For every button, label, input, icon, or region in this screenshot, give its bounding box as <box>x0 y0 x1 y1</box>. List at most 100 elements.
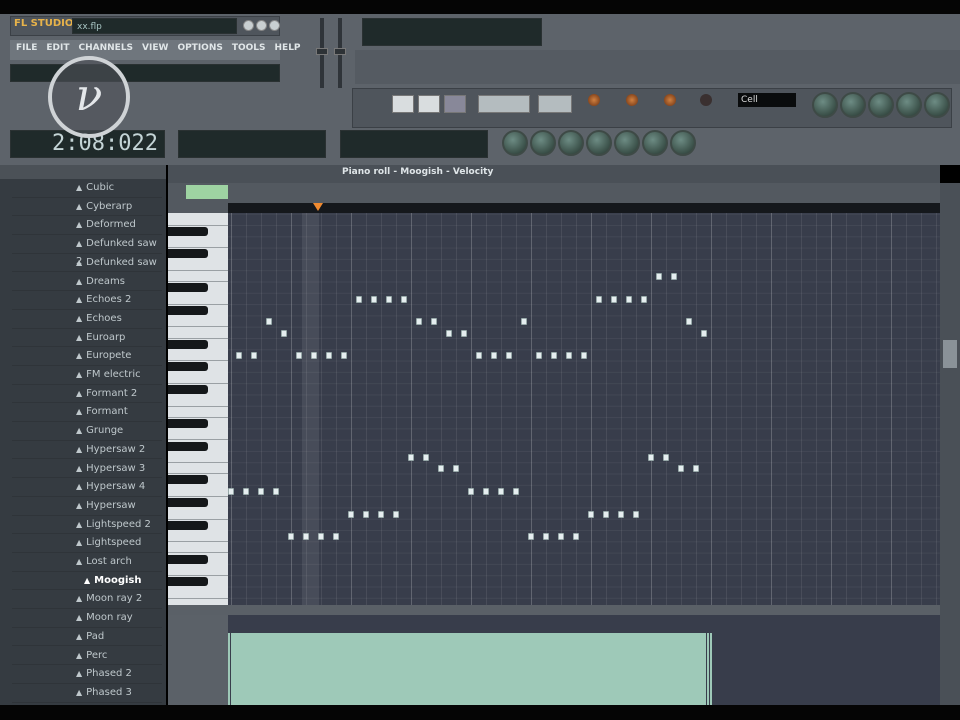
preset-item[interactable]: ▲ Dreams <box>12 273 162 292</box>
velocity-bar[interactable] <box>594 633 596 705</box>
velocity-bar[interactable] <box>372 633 374 705</box>
tool-button-icon[interactable] <box>586 130 612 156</box>
preset-item[interactable]: ▲ Echoes 2 <box>12 291 162 310</box>
preset-item[interactable]: ▲ Pad <box>12 628 162 647</box>
note-grid[interactable] <box>228 213 940 605</box>
pattern-selector[interactable] <box>186 185 228 199</box>
record-button[interactable] <box>444 95 466 113</box>
white-key[interactable] <box>168 271 228 283</box>
velocity-bar[interactable] <box>312 633 314 705</box>
white-key[interactable] <box>168 294 228 305</box>
note[interactable] <box>498 487 504 495</box>
note[interactable] <box>678 465 684 473</box>
piano-keyboard[interactable] <box>168 213 228 605</box>
velocity-bar[interactable] <box>492 633 494 705</box>
slider-handle[interactable] <box>334 48 346 55</box>
note[interactable] <box>535 352 542 360</box>
note[interactable] <box>250 352 257 360</box>
tempo-display[interactable] <box>478 95 530 113</box>
velocity-bar[interactable] <box>525 633 527 705</box>
note[interactable] <box>700 329 707 337</box>
note[interactable] <box>618 510 624 518</box>
white-key[interactable] <box>168 395 228 407</box>
preset-item[interactable]: ▲ Hypersaw 2 <box>12 441 162 460</box>
note[interactable] <box>400 295 407 303</box>
velocity-bar[interactable] <box>657 633 659 705</box>
stop-button[interactable] <box>418 95 440 113</box>
velocity-bar[interactable] <box>612 633 614 705</box>
playhead-marker[interactable] <box>313 203 323 211</box>
velocity-bar[interactable] <box>282 633 284 705</box>
playlist-window-icon[interactable] <box>812 92 838 118</box>
velocity-bar[interactable] <box>483 633 485 705</box>
preset-item[interactable]: ▲ Hypersaw <box>12 497 162 516</box>
velocity-bar[interactable] <box>342 633 344 705</box>
note[interactable] <box>235 352 242 360</box>
scrollbar-thumb[interactable] <box>943 340 957 368</box>
velocity-bar[interactable] <box>294 633 296 705</box>
velocity-bar[interactable] <box>546 633 548 705</box>
velocity-bar[interactable] <box>702 633 704 705</box>
velocity-bar[interactable] <box>528 633 530 705</box>
note[interactable] <box>325 352 332 360</box>
maximize-button[interactable] <box>256 20 267 31</box>
note[interactable] <box>370 295 377 303</box>
timeline-ruler[interactable] <box>228 203 940 213</box>
black-key[interactable] <box>168 418 208 428</box>
tool-button-icon[interactable] <box>614 130 640 156</box>
preset-item[interactable]: ▲ Moon ray 2 <box>12 590 162 610</box>
white-key[interactable] <box>168 237 228 249</box>
velocity-bar[interactable] <box>336 633 338 705</box>
preset-item[interactable]: ▲ Perc <box>12 647 162 666</box>
black-key[interactable] <box>168 283 208 293</box>
velocity-bar[interactable] <box>348 633 350 705</box>
vertical-scrollbar[interactable] <box>940 183 960 705</box>
velocity-bar[interactable] <box>471 633 473 705</box>
velocity-bar[interactable] <box>237 633 239 705</box>
white-key[interactable] <box>168 452 228 464</box>
velocity-bar[interactable] <box>297 633 299 705</box>
help-icon[interactable] <box>670 130 696 156</box>
velocity-bar[interactable] <box>585 633 587 705</box>
velocity-bar[interactable] <box>411 633 413 705</box>
note[interactable] <box>483 487 489 495</box>
note[interactable] <box>625 295 632 303</box>
preset-item[interactable]: ▲ Hypersaw 3 <box>12 460 162 479</box>
note[interactable] <box>295 352 302 360</box>
note[interactable] <box>573 533 579 541</box>
note[interactable] <box>655 273 662 281</box>
note[interactable] <box>648 454 654 461</box>
note[interactable] <box>258 487 264 495</box>
velocity-bar[interactable] <box>660 633 662 705</box>
velocity-bar[interactable] <box>642 633 644 705</box>
velocity-bar[interactable] <box>306 633 308 705</box>
velocity-bar[interactable] <box>573 633 575 705</box>
velocity-bar[interactable] <box>351 633 353 705</box>
velocity-bar[interactable] <box>543 633 545 705</box>
note[interactable] <box>490 352 497 360</box>
note[interactable] <box>475 352 482 360</box>
velocity-bar[interactable] <box>678 633 680 705</box>
velocity-bar[interactable] <box>687 633 689 705</box>
velocity-bar[interactable] <box>540 633 542 705</box>
black-key[interactable] <box>168 520 208 530</box>
velocity-bar[interactable] <box>309 633 311 705</box>
preset-item[interactable]: ▲ Phased 3 <box>12 684 162 703</box>
velocity-bar[interactable] <box>345 633 347 705</box>
velocity-bar[interactable] <box>381 633 383 705</box>
white-key[interactable] <box>168 373 228 384</box>
velocity-bar[interactable] <box>366 633 368 705</box>
velocity-bar[interactable] <box>240 633 242 705</box>
velocity-bar[interactable] <box>709 633 712 705</box>
velocity-bar[interactable] <box>393 633 395 705</box>
note[interactable] <box>663 454 669 461</box>
note[interactable] <box>640 295 647 303</box>
velocity-bar[interactable] <box>555 633 557 705</box>
velocity-bar[interactable] <box>384 633 386 705</box>
note[interactable] <box>363 510 369 518</box>
note[interactable] <box>610 295 617 303</box>
velocity-bar[interactable] <box>537 633 539 705</box>
velocity-bar[interactable] <box>669 633 671 705</box>
velocity-bar[interactable] <box>444 633 446 705</box>
note[interactable] <box>633 510 639 518</box>
